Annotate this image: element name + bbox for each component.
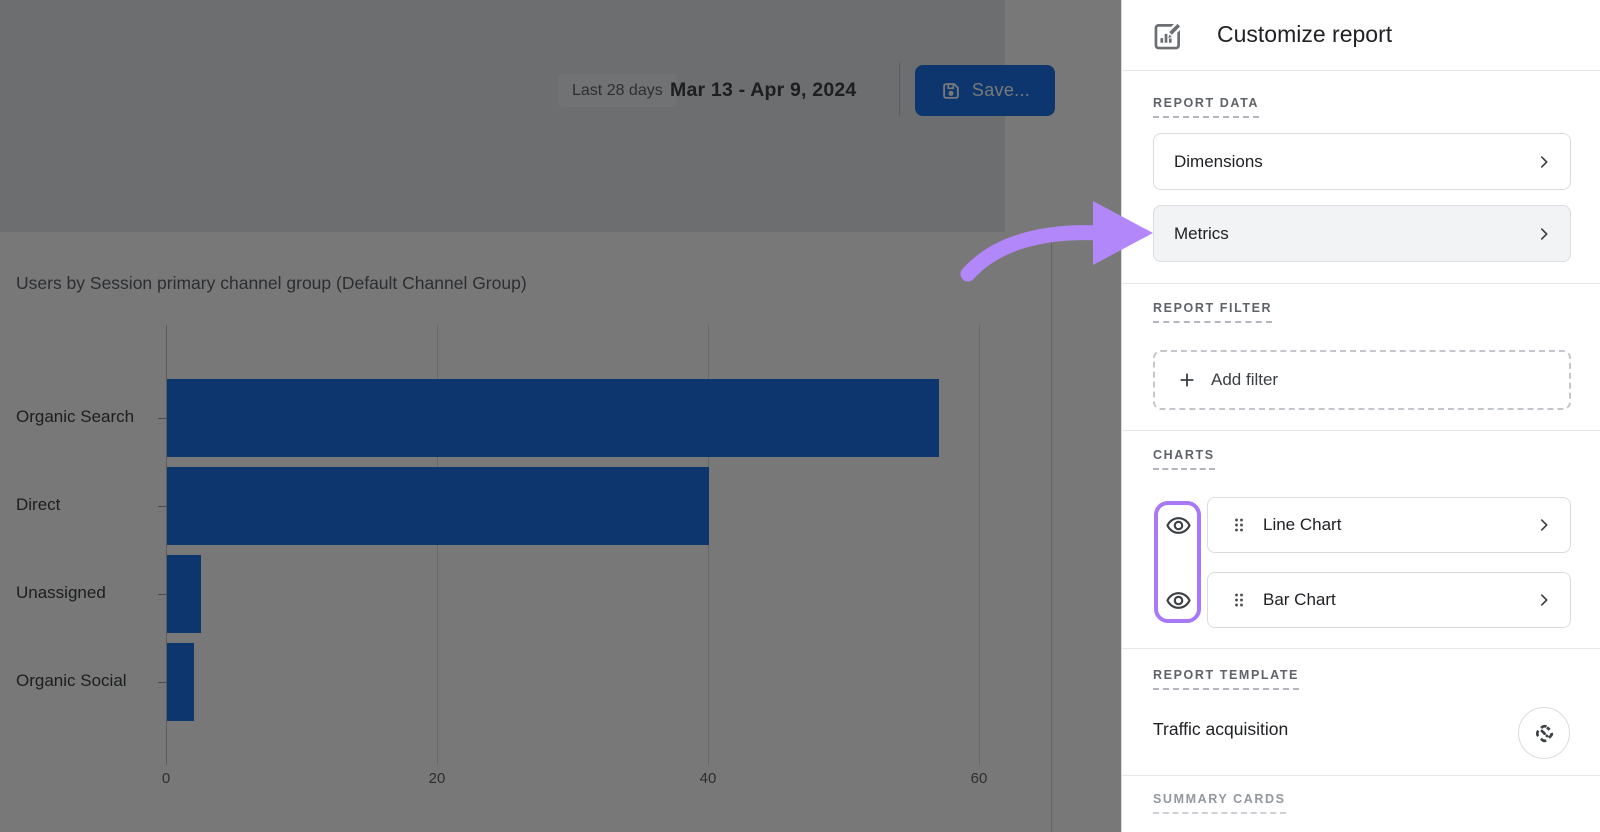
divider bbox=[1122, 648, 1600, 649]
report-area: Last 28 days Mar 13 - Apr 9, 2024 Save..… bbox=[0, 0, 1121, 832]
section-label-report-filter: REPORT FILTER bbox=[1153, 301, 1272, 323]
section-label-report-template: REPORT TEMPLATE bbox=[1153, 668, 1299, 690]
bar-organic-social bbox=[167, 643, 194, 721]
panel-title: Customize report bbox=[1217, 21, 1392, 48]
toolbar-band bbox=[0, 0, 1005, 232]
x-axis-tick-label: 40 bbox=[678, 770, 738, 787]
line-chart-visibility-eye-icon[interactable] bbox=[1165, 512, 1192, 544]
bar-chart-visibility-eye-icon[interactable] bbox=[1165, 587, 1192, 619]
unlink-template-button[interactable] bbox=[1518, 707, 1570, 759]
drag-handle-icon[interactable] bbox=[1229, 515, 1249, 535]
add-filter-label: Add filter bbox=[1211, 370, 1278, 390]
x-axis-tick-label: 60 bbox=[949, 770, 1009, 787]
category-label: Direct bbox=[16, 495, 60, 515]
save-button[interactable]: Save... bbox=[915, 65, 1055, 116]
chart-card: Users by Session primary channel group (… bbox=[0, 232, 1052, 832]
metrics-label: Metrics bbox=[1174, 224, 1535, 244]
bar-direct bbox=[167, 467, 709, 545]
bar-chart-row[interactable]: Bar Chart bbox=[1207, 572, 1571, 628]
divider bbox=[1122, 283, 1600, 284]
screen: Last 28 days Mar 13 - Apr 9, 2024 Save..… bbox=[0, 0, 1600, 832]
x-axis-tick-label: 20 bbox=[407, 770, 467, 787]
dimensions-label: Dimensions bbox=[1174, 152, 1535, 172]
line-chart-row[interactable]: Line Chart bbox=[1207, 497, 1571, 553]
date-preset-chip[interactable]: Last 28 days bbox=[558, 74, 677, 107]
panel-header: Customize report bbox=[1122, 0, 1600, 70]
drag-handle-icon[interactable] bbox=[1229, 590, 1249, 610]
bar-chart-label: Bar Chart bbox=[1263, 590, 1535, 610]
save-icon bbox=[940, 80, 962, 102]
customize-report-icon bbox=[1151, 19, 1185, 58]
add-filter-button[interactable]: Add filter bbox=[1153, 350, 1571, 410]
chevron-right-icon bbox=[1535, 516, 1553, 534]
toolbar-divider bbox=[899, 63, 900, 116]
divider bbox=[1122, 775, 1600, 776]
category-label: Organic Social bbox=[16, 671, 127, 691]
date-range-picker[interactable]: Mar 13 - Apr 9, 2024 bbox=[670, 74, 856, 107]
metrics-button[interactable]: Metrics bbox=[1153, 205, 1571, 262]
bar-unassigned bbox=[167, 555, 201, 633]
annotation-arrow-icon bbox=[935, 190, 1160, 295]
section-label-summary-cards: SUMMARY CARDS bbox=[1153, 792, 1286, 814]
chevron-right-icon bbox=[1535, 591, 1553, 609]
plus-icon bbox=[1176, 369, 1198, 391]
divider bbox=[1122, 430, 1600, 431]
bar-organic-search bbox=[167, 379, 939, 457]
section-label-charts: CHARTS bbox=[1153, 448, 1215, 470]
line-chart-label: Line Chart bbox=[1263, 515, 1535, 535]
category-label: Organic Search bbox=[16, 407, 134, 427]
save-button-label: Save... bbox=[972, 80, 1030, 101]
x-axis-tick-label: 0 bbox=[136, 770, 196, 787]
category-label: Unassigned bbox=[16, 583, 106, 603]
chart-title: Users by Session primary channel group (… bbox=[16, 273, 527, 294]
chevron-right-icon bbox=[1535, 153, 1553, 171]
report-template-name: Traffic acquisition bbox=[1153, 719, 1288, 740]
chevron-right-icon bbox=[1535, 225, 1553, 243]
unlink-icon bbox=[1531, 720, 1558, 747]
section-label-report-data: REPORT DATA bbox=[1153, 96, 1259, 118]
dimensions-button[interactable]: Dimensions bbox=[1153, 133, 1571, 190]
divider bbox=[1122, 70, 1600, 71]
customize-report-panel: Customize report REPORT DATA Dimensions … bbox=[1121, 0, 1600, 832]
